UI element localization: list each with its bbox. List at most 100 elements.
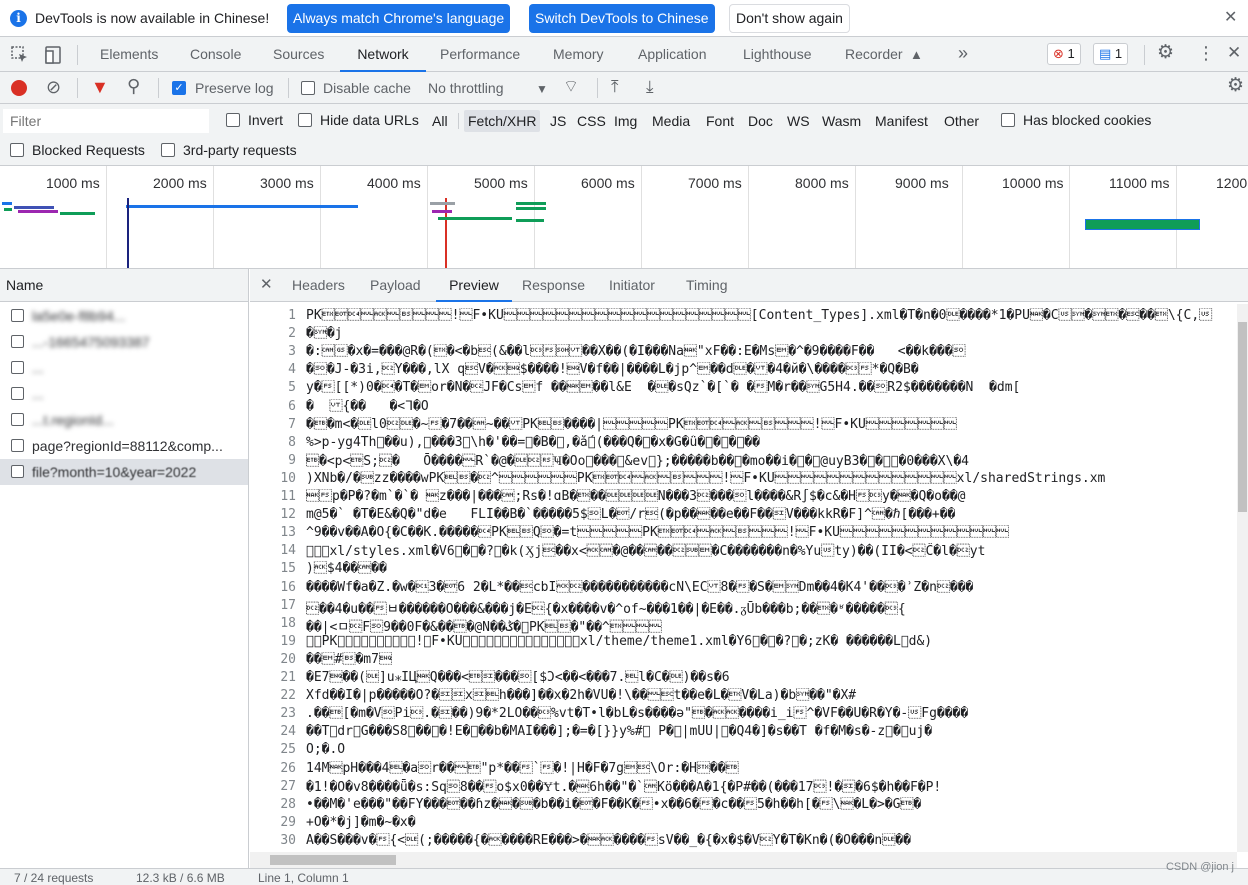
switch-to-chinese-button[interactable]: Switch DevTools to Chinese	[529, 4, 715, 33]
table-row[interactable]: ...-1665475093387	[0, 329, 248, 355]
table-row[interactable]: ...	[0, 355, 248, 381]
timeline-bar	[60, 212, 95, 215]
request-count: 7 / 24 requests	[14, 871, 94, 885]
filter-type-doc[interactable]: Doc	[744, 110, 777, 132]
more-tabs-icon[interactable]: »	[958, 44, 968, 62]
third-party-checkbox[interactable]	[161, 143, 175, 157]
tab-performance[interactable]: Performance	[440, 37, 520, 72]
tab-timing[interactable]: Timing	[686, 269, 728, 302]
line-number: 25	[280, 742, 296, 758]
filter-type-wasm[interactable]: Wasm	[818, 110, 865, 132]
blocked-requests-checkbox[interactable]	[10, 143, 24, 157]
tab-lighthouse[interactable]: Lighthouse	[743, 37, 812, 72]
code-line: PK     ! F•KU                   [Co…	[306, 308, 1213, 323]
filter-funnel-icon[interactable]: ▼	[91, 78, 109, 96]
filter-type-css[interactable]: CSS	[573, 110, 610, 132]
tick-label: 9000 ms	[895, 175, 949, 191]
filter-type-other[interactable]: Other	[940, 110, 983, 132]
filter-type-all[interactable]: All	[428, 110, 452, 132]
code-line: �E7��(]u⁎IЦQ���<���[$Ɔ<��<���7.l�…	[306, 670, 730, 685]
tab-headers[interactable]: Headers	[292, 269, 345, 302]
close-icon[interactable]: ✕	[1224, 10, 1237, 26]
request-checkbox[interactable]	[11, 309, 24, 322]
disable-cache-checkbox[interactable]	[301, 81, 315, 95]
inspect-element-icon[interactable]	[11, 46, 29, 68]
always-match-language-button[interactable]: Always match Chrome's language	[287, 4, 511, 33]
close-devtools-icon[interactable]: ✕	[1227, 44, 1241, 61]
code-line: ��|<ㅁF9��0F�&���@N��ݣ� PK�"��^   	[306, 619, 662, 635]
request-name: file?month=10&year=2022	[32, 464, 197, 480]
table-row[interactable]: page?regionId=88112&comp...	[0, 433, 248, 459]
tab-console[interactable]: Console	[190, 37, 241, 72]
code-line: 14MpH���4�ar�� "p*�� ` �!|H�F�7g\O…	[306, 760, 739, 776]
column-header-name[interactable]: Name	[0, 269, 248, 302]
request-checkbox[interactable]	[11, 335, 24, 348]
info-icon: i	[10, 10, 27, 27]
request-checkbox[interactable]	[11, 361, 24, 374]
hide-data-urls-checkbox[interactable]	[298, 113, 312, 127]
table-row[interactable]: ...	[0, 381, 248, 407]
errors-badge[interactable]: ⊗ 1	[1047, 43, 1081, 65]
request-checkbox[interactable]	[11, 387, 24, 400]
invert-checkbox[interactable]	[226, 113, 240, 127]
vertical-scrollbar[interactable]	[1237, 304, 1248, 852]
more-options-icon[interactable]: ⋮	[1197, 44, 1215, 62]
timeline-bar	[4, 208, 12, 211]
timeline-bar	[516, 207, 546, 210]
tab-payload[interactable]: Payload	[370, 269, 421, 302]
throttling-select[interactable]: No throttling	[428, 80, 503, 96]
record-icon[interactable]	[11, 80, 27, 96]
filter-input[interactable]	[3, 109, 209, 133]
tab-sources[interactable]: Sources	[273, 37, 324, 72]
network-settings-gear-icon[interactable]: ⚙	[1227, 76, 1244, 95]
settings-gear-icon[interactable]: ⚙	[1157, 43, 1174, 62]
infobar-message: DevTools is now available in Chinese!	[35, 10, 270, 26]
filter-type-ws[interactable]: WS	[783, 110, 814, 132]
third-party-label: 3rd-party requests	[183, 142, 297, 158]
table-row[interactable]: ...t.regionId...	[0, 407, 248, 433]
filter-type-manifest[interactable]: Manifest	[871, 110, 932, 132]
code-line: %>p-yg4Th ��u),���3\h�'��=�B�,�ǻ(��…	[306, 434, 760, 450]
timeline-bar	[438, 217, 512, 220]
tab-initiator[interactable]: Initiator	[609, 269, 655, 302]
preserve-log-checkbox[interactable]: ✓	[172, 81, 186, 95]
dont-show-again-button[interactable]: Don't show again	[729, 4, 850, 33]
request-checkbox[interactable]	[11, 413, 24, 426]
horizontal-scrollbar[interactable]	[250, 852, 1237, 868]
filter-type-img[interactable]: Img	[610, 110, 641, 132]
export-har-icon[interactable]: ⤓	[646, 78, 654, 95]
scroll-thumb[interactable]	[270, 855, 396, 865]
scroll-thumb[interactable]	[1238, 322, 1247, 512]
clear-icon[interactable]: ⊘	[46, 78, 61, 96]
tab-response[interactable]: Response	[522, 269, 585, 302]
filter-type-media[interactable]: Media	[648, 110, 694, 132]
import-har-icon[interactable]: ⤒	[611, 78, 619, 95]
table-row-selected[interactable]: file?month=10&year=2022	[0, 459, 248, 485]
tab-application[interactable]: Application	[638, 37, 707, 72]
close-detail-icon[interactable]: ✕	[260, 277, 273, 293]
timeline-bar-selected	[1085, 219, 1200, 230]
chevron-down-icon[interactable]: ▼	[536, 81, 548, 97]
line-number: 18	[280, 615, 296, 631]
request-checkbox[interactable]	[11, 439, 24, 452]
tab-preview[interactable]: Preview	[436, 269, 512, 302]
request-name: la5e0e-f8b94...	[32, 308, 126, 324]
code-line: )XNb�/�zz����wPK�^      PK     …	[306, 470, 1106, 486]
has-blocked-cookies-checkbox[interactable]	[1001, 113, 1015, 127]
filter-type-font[interactable]: Font	[702, 110, 738, 132]
network-overview-timeline[interactable]: 1000 ms 2000 ms 3000 ms 4000 ms 5000 ms …	[0, 166, 1248, 269]
tab-recorder[interactable]: Recorder	[845, 37, 903, 72]
network-conditions-icon[interactable]: ⌔	[563, 78, 579, 95]
messages-badge[interactable]: ▤ 1	[1093, 43, 1129, 65]
table-row[interactable]: la5e0e-f8b94...	[0, 303, 248, 329]
tab-elements[interactable]: Elements	[100, 37, 158, 72]
request-name: ...t.regionId...	[32, 412, 114, 428]
filter-type-fetch-xhr[interactable]: Fetch/XHR	[464, 110, 541, 132]
search-icon[interactable]: ⚲	[127, 77, 140, 95]
preview-code-view[interactable]: 1 PK     ! F•KU                   [C…	[250, 304, 1237, 852]
device-toolbar-icon[interactable]	[44, 46, 62, 68]
request-checkbox[interactable]	[11, 465, 24, 478]
tab-memory[interactable]: Memory	[553, 37, 604, 72]
filter-type-js[interactable]: JS	[546, 110, 570, 132]
tab-network[interactable]: Network	[340, 37, 426, 72]
